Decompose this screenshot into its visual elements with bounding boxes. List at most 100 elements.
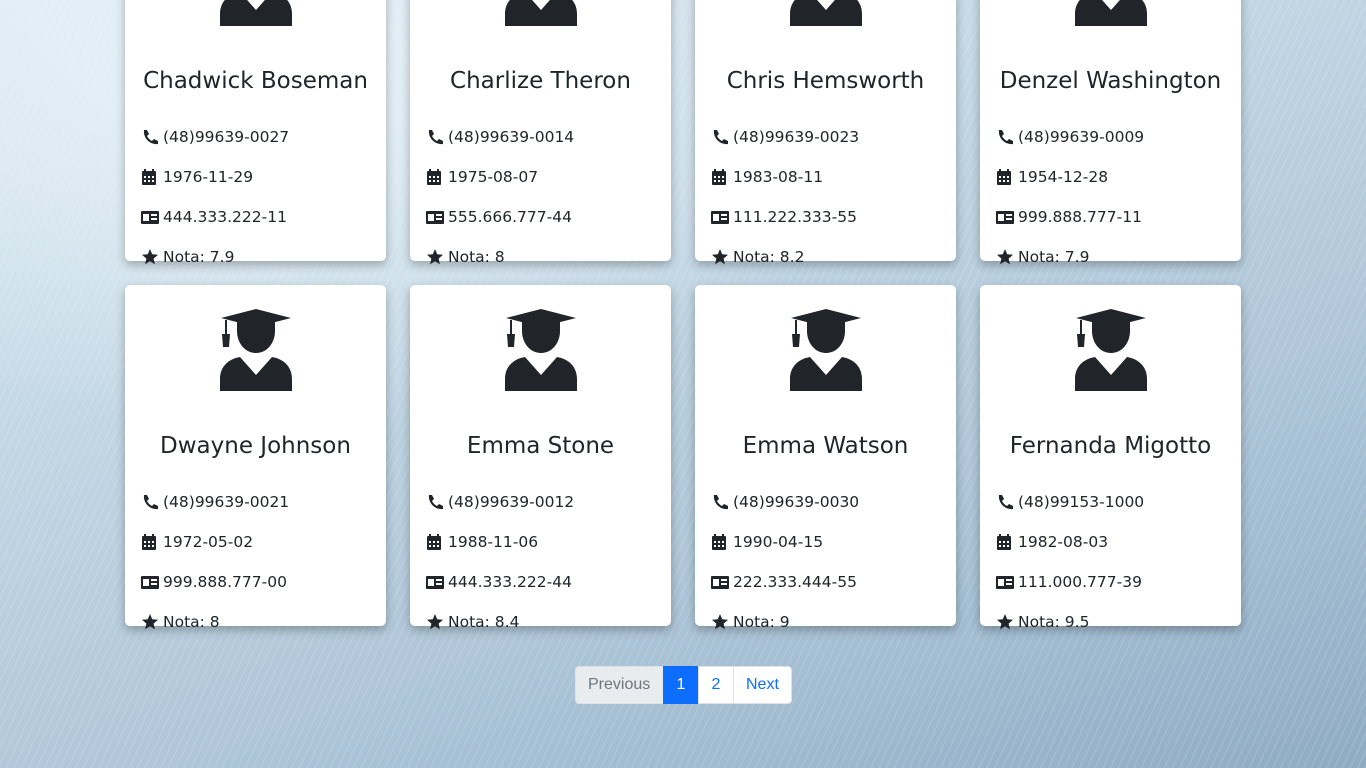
birthdate-row: 1990-04-15 [711,532,823,552]
student-name: Fernanda Migotto [1009,433,1212,459]
phone-row: (48)99639-0030 [711,492,859,512]
birthdate-row: 1983-08-11 [711,167,823,187]
birthdate-row: 1988-11-06 [426,532,538,552]
star-icon [142,249,158,265]
phone-icon [428,130,443,145]
birthdate-text: 1972-05-02 [163,533,254,551]
document-text: 111.000.777-39 [1018,573,1142,591]
graduate-icon [220,0,292,26]
student-card[interactable]: Chris Hemsworth (48)99639-0023 1983-08-1… [695,0,956,266]
calendar-icon [427,169,441,185]
id-card-icon [426,576,444,589]
phone-row: (48)99153-1000 [996,492,1144,512]
grade-row: Nota: 8 [426,247,505,267]
id-card-icon [141,576,159,589]
birthdate-row: 1954-12-28 [996,167,1108,187]
page-2-button[interactable]: 2 [698,666,734,704]
student-card[interactable]: Chadwick Boseman (48)99639-0027 1976-11-… [125,0,386,266]
graduate-icon [505,0,577,26]
phone-icon [143,130,158,145]
star-icon [712,614,728,630]
calendar-icon [142,534,156,550]
grade-row: Nota: 7.9 [996,247,1089,267]
star-icon [712,249,728,265]
phone-icon [713,495,728,510]
birthdate-text: 1982-08-03 [1018,533,1109,551]
phone-icon [428,495,443,510]
student-name: Chadwick Boseman [143,68,368,94]
id-card-icon [996,576,1014,589]
next-page-button[interactable]: Next [733,666,792,704]
document-row: 999.888.777-11 [996,207,1142,227]
student-card[interactable]: Emma Watson (48)99639-0030 1990-04-15 22… [695,285,956,631]
grade-row: Nota: 9 [711,612,790,632]
birthdate-text: 1983-08-11 [733,168,824,186]
student-name: Chris Hemsworth [726,68,925,94]
grade-text: Nota: 8.2 [733,248,805,266]
phone-icon [713,130,728,145]
grade-text: Nota: 9.5 [1018,613,1090,631]
star-icon [997,249,1013,265]
grade-text: Nota: 8 [448,248,505,266]
document-row: 222.333.444-55 [711,572,857,592]
birthdate-text: 1975-08-07 [448,168,539,186]
phone-text: (48)99639-0009 [1018,128,1145,146]
star-icon [427,249,443,265]
grade-text: Nota: 9 [733,613,790,631]
student-card[interactable]: Dwayne Johnson (48)99639-0021 1972-05-02… [125,285,386,631]
star-icon [427,614,443,630]
grade-row: Nota: 8 [141,612,220,632]
graduate-icon [1075,0,1147,26]
student-card[interactable]: Fernanda Migotto (48)99153-1000 1982-08-… [980,285,1241,631]
phone-row: (48)99639-0027 [141,127,289,147]
document-row: 999.888.777-00 [141,572,287,592]
phone-row: (48)99639-0021 [141,492,289,512]
document-text: 222.333.444-55 [733,573,857,591]
calendar-icon [427,534,441,550]
document-text: 999.888.777-00 [163,573,287,591]
page-1-button[interactable]: 1 [663,666,699,704]
birthdate-text: 1990-04-15 [733,533,824,551]
previous-page-button[interactable]: Previous [575,666,664,704]
grade-text: Nota: 8.4 [448,613,520,631]
graduate-icon [220,309,292,391]
student-card-grid: Chadwick Boseman (48)99639-0027 1976-11-… [125,0,1241,631]
birthdate-row: 1976-11-29 [141,167,253,187]
document-text: 111.222.333-55 [733,208,857,226]
pagination: Previous 1 2 Next [575,666,792,704]
document-row: 555.666.777-44 [426,207,572,227]
student-name: Emma Watson [742,433,909,459]
phone-row: (48)99639-0012 [426,492,574,512]
document-row: 444.333.222-44 [426,572,572,592]
id-card-icon [711,211,729,224]
student-card[interactable]: Denzel Washington (48)99639-0009 1954-12… [980,0,1241,266]
grade-row: Nota: 8.4 [426,612,519,632]
birthdate-text: 1976-11-29 [163,168,254,186]
document-row: 111.222.333-55 [711,207,857,227]
id-card-icon [711,576,729,589]
calendar-icon [997,534,1011,550]
phone-text: (48)99153-1000 [1018,493,1145,511]
phone-icon [998,130,1013,145]
birthdate-row: 1972-05-02 [141,532,253,552]
grade-row: Nota: 7.9 [141,247,234,267]
student-card[interactable]: Charlize Theron (48)99639-0014 1975-08-0… [410,0,671,266]
student-name: Dwayne Johnson [160,433,351,459]
calendar-icon [997,169,1011,185]
id-card-icon [426,211,444,224]
phone-row: (48)99639-0023 [711,127,859,147]
star-icon [142,614,158,630]
calendar-icon [142,169,156,185]
phone-icon [143,495,158,510]
phone-text: (48)99639-0021 [163,493,290,511]
phone-row: (48)99639-0014 [426,127,574,147]
student-name: Denzel Washington [999,68,1222,94]
document-row: 444.333.222-11 [141,207,287,227]
document-text: 999.888.777-11 [1018,208,1142,226]
document-row: 111.000.777-39 [996,572,1142,592]
phone-text: (48)99639-0030 [733,493,860,511]
id-card-icon [141,211,159,224]
phone-text: (48)99639-0023 [733,128,860,146]
student-card[interactable]: Emma Stone (48)99639-0012 1988-11-06 444… [410,285,671,631]
student-name: Emma Stone [466,433,615,459]
